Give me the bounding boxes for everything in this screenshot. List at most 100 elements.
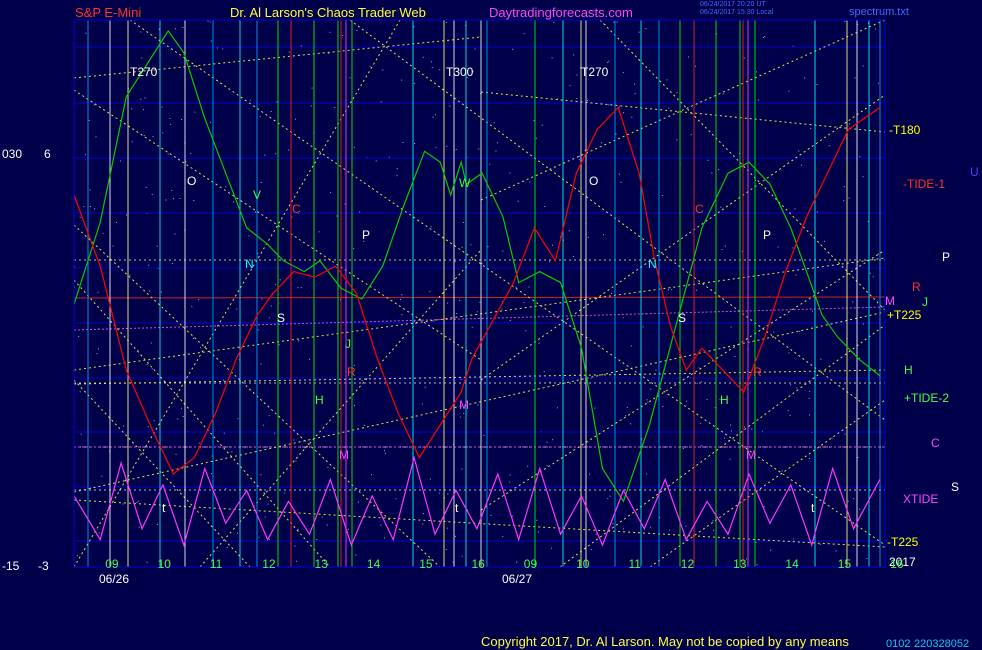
star-dot — [470, 244, 472, 246]
star-dot — [295, 560, 297, 562]
star-dot — [594, 407, 596, 409]
star-dot — [646, 473, 648, 475]
star-dot — [618, 173, 620, 175]
star-dot — [535, 137, 537, 139]
star-dot — [794, 208, 796, 210]
star-dot — [844, 433, 846, 435]
star-dot — [549, 381, 551, 383]
star-dot — [781, 470, 783, 472]
star-dot — [607, 61, 609, 63]
star-dot — [329, 31, 331, 33]
chart-label: t — [811, 501, 815, 515]
star-dot — [123, 425, 125, 427]
star-dot — [634, 83, 635, 85]
star-dot — [198, 442, 200, 444]
star-dot — [788, 352, 790, 354]
series-lines — [73, 29, 881, 548]
star-dot — [541, 124, 543, 126]
star-dot — [414, 143, 416, 144]
star-dot — [649, 526, 651, 528]
star-dot — [626, 373, 628, 375]
star-dot — [701, 445, 703, 447]
star-dot — [701, 381, 703, 383]
star-dot — [429, 291, 431, 293]
star-dot — [293, 439, 295, 441]
star-dot — [676, 92, 678, 94]
star-dot — [804, 77, 806, 79]
star-dot — [792, 247, 794, 249]
star-dot — [222, 48, 224, 50]
star-dot — [151, 368, 153, 370]
star-dot — [455, 149, 457, 151]
site-url[interactable]: Daytradingforecasts.com — [489, 6, 633, 19]
star-dot — [151, 193, 153, 195]
star-dot — [546, 465, 548, 467]
star-dot — [622, 72, 624, 74]
star-dot — [413, 82, 415, 84]
star-dot — [655, 369, 657, 371]
star-dot — [255, 211, 256, 213]
star-dot — [384, 450, 385, 452]
star-dot — [595, 533, 597, 535]
right-label: R — [912, 280, 921, 294]
hour-tick-label: 13 — [733, 557, 747, 571]
star-dot — [225, 186, 227, 188]
star-dot — [439, 69, 441, 71]
star-dot — [279, 279, 281, 281]
right-label: -TIDE-1 — [903, 177, 945, 191]
star-dot — [258, 536, 260, 538]
star-dot — [578, 155, 580, 157]
star-dot — [169, 118, 171, 119]
star-dot — [544, 206, 546, 207]
star-dot — [696, 382, 698, 384]
star-dot — [446, 527, 448, 529]
star-dot — [820, 358, 822, 360]
star-dot — [552, 244, 553, 246]
star-dot — [88, 119, 90, 121]
star-dot — [78, 335, 80, 337]
star-dot — [259, 115, 261, 117]
star-dot — [445, 22, 447, 23]
star-dot — [630, 345, 632, 347]
star-dot — [270, 111, 272, 112]
star-dot — [730, 430, 732, 432]
star-dot — [356, 30, 358, 31]
star-dot — [809, 458, 810, 459]
star-dot — [129, 274, 131, 276]
star-dot — [517, 200, 519, 202]
star-dot — [843, 186, 845, 188]
star-dot — [357, 501, 359, 503]
chart-label: O — [589, 174, 599, 188]
star-dot — [546, 441, 548, 443]
star-dot — [729, 458, 731, 460]
star-dot — [83, 206, 85, 208]
star-dot — [284, 492, 286, 494]
star-dot — [551, 57, 553, 59]
star-dot — [578, 159, 580, 161]
star-dot — [173, 198, 174, 200]
series-line — [73, 29, 881, 503]
star-dot — [122, 503, 124, 505]
star-dot — [112, 245, 114, 247]
star-dot — [174, 233, 176, 235]
star-dot — [848, 197, 850, 199]
hour-tick-label: 16 — [471, 557, 485, 571]
star-dot — [93, 104, 95, 106]
star-dot — [174, 28, 176, 30]
star-dot — [297, 287, 299, 289]
star-dot — [424, 386, 426, 388]
star-dot — [662, 406, 664, 407]
star-dot — [300, 45, 302, 47]
star-dot — [140, 31, 142, 33]
star-dot — [330, 192, 332, 194]
star-dot — [612, 522, 614, 524]
plot-frame — [73, 19, 886, 568]
star-dot — [552, 439, 554, 441]
star-dot — [237, 532, 239, 534]
star-dot — [551, 547, 553, 549]
star-dot — [777, 246, 779, 248]
star-dot — [275, 153, 277, 155]
star-dot — [790, 384, 792, 386]
chart-label: P — [763, 228, 772, 242]
star-dot — [429, 478, 431, 480]
